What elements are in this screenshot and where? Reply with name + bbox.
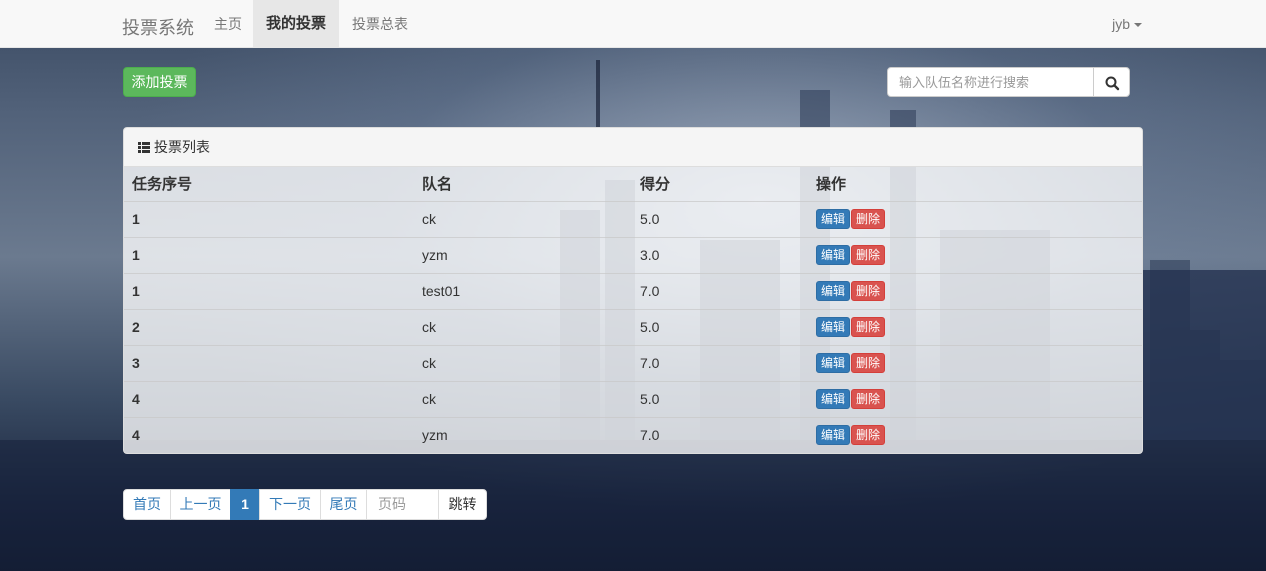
delete-button[interactable]: 删除 xyxy=(851,317,886,337)
cell-actions: 编辑 删除 xyxy=(808,272,1142,309)
page-last-button[interactable]: 尾页 xyxy=(320,489,367,520)
delete-button[interactable]: 删除 xyxy=(851,389,886,409)
cell-actions: 编辑 删除 xyxy=(808,380,1142,417)
cell-seq: 1 xyxy=(124,272,414,309)
caret-down-icon xyxy=(1134,23,1142,28)
cell-seq: 3 xyxy=(124,344,414,381)
cell-team: ck xyxy=(414,200,632,237)
delete-button[interactable]: 删除 xyxy=(851,281,886,301)
column-header-score: 得分 xyxy=(640,176,671,194)
edit-button[interactable]: 编辑 xyxy=(816,317,851,337)
top-navbar: 投票系统 主页 我的投票 投票总表 jyb xyxy=(0,0,1266,48)
list-icon xyxy=(138,142,150,153)
page-jump-button[interactable]: 跳转 xyxy=(438,489,487,520)
cell-team: ck xyxy=(414,344,632,381)
cell-actions: 编辑 删除 xyxy=(808,236,1142,273)
table-row: 4 yzm 7.0 编辑 删除 xyxy=(124,416,1142,453)
edit-button[interactable]: 编辑 xyxy=(816,353,851,373)
page-prev-button[interactable]: 上一页 xyxy=(170,489,231,520)
table-row: 4 ck 5.0 编辑 删除 xyxy=(124,380,1142,417)
column-header-seq: 任务序号 xyxy=(132,176,193,194)
nav-my-votes[interactable]: 我的投票 xyxy=(253,0,340,48)
table-row: 3 ck 7.0 编辑 删除 xyxy=(124,344,1142,381)
edit-button[interactable]: 编辑 xyxy=(816,425,851,446)
cell-actions: 编辑 删除 xyxy=(808,308,1142,345)
cell-team: ck xyxy=(414,380,632,417)
page-first-button[interactable]: 首页 xyxy=(123,489,171,520)
search-group xyxy=(887,67,1130,97)
delete-button[interactable]: 删除 xyxy=(851,245,886,265)
cell-score: 5.0 xyxy=(632,380,808,417)
cell-team: yzm xyxy=(414,416,632,453)
panel-title: 投票列表 xyxy=(154,139,210,155)
vote-table: 任务序号 队名 得分 操作 1 ck 5.0 编辑 删除 1 yzm 3.0 编辑 删除 1 test… xyxy=(124,167,1142,453)
search-button[interactable] xyxy=(1093,67,1130,97)
panel-heading: 投票列表 xyxy=(124,128,1142,167)
table-row: 1 test01 7.0 编辑 删除 xyxy=(124,272,1142,309)
user-dropdown[interactable]: jyb xyxy=(1112,0,1142,48)
edit-button[interactable]: 编辑 xyxy=(816,281,851,301)
cell-actions: 编辑 删除 xyxy=(808,344,1142,381)
nav-home[interactable]: 主页 xyxy=(201,0,255,48)
page-next-button[interactable]: 下一页 xyxy=(259,489,321,520)
cell-score: 3.0 xyxy=(632,236,808,273)
table-header-row: 任务序号 队名 得分 操作 xyxy=(124,167,1142,201)
cell-seq: 1 xyxy=(124,236,414,273)
edit-button[interactable]: 编辑 xyxy=(816,389,851,409)
edit-button[interactable]: 编辑 xyxy=(816,209,851,229)
vote-list-panel: 投票列表 任务序号 队名 得分 操作 1 ck 5.0 编辑 删除 1 yzm 3.0 编辑 删除… xyxy=(123,127,1143,454)
cell-seq: 4 xyxy=(124,416,414,453)
search-icon xyxy=(1105,76,1120,91)
cell-score: 7.0 xyxy=(632,344,808,381)
column-header-actions: 操作 xyxy=(816,176,847,194)
cell-seq: 1 xyxy=(124,200,414,237)
table-row: 1 yzm 3.0 编辑 删除 xyxy=(124,236,1142,273)
cell-seq: 2 xyxy=(124,308,414,345)
cell-score: 7.0 xyxy=(632,416,808,453)
cell-actions: 编辑 删除 xyxy=(808,416,1142,453)
table-row: 1 ck 5.0 编辑 删除 xyxy=(124,200,1142,237)
edit-button[interactable]: 编辑 xyxy=(816,245,851,265)
page-number-input[interactable]: 页码 xyxy=(366,489,439,520)
delete-button[interactable]: 删除 xyxy=(851,353,886,373)
delete-button[interactable]: 删除 xyxy=(851,209,886,229)
cell-team: yzm xyxy=(414,236,632,273)
column-header-team: 队名 xyxy=(422,176,453,194)
page-current[interactable]: 1 xyxy=(230,489,260,520)
brand-title[interactable]: 投票系统 xyxy=(122,14,194,40)
cell-team: test01 xyxy=(414,272,632,309)
user-name: jyb xyxy=(1112,16,1130,32)
cell-score: 5.0 xyxy=(632,200,808,237)
cell-seq: 4 xyxy=(124,380,414,417)
add-vote-button[interactable]: 添加投票 xyxy=(123,67,196,97)
cell-actions: 编辑 删除 xyxy=(808,200,1142,237)
table-row: 2 ck 5.0 编辑 删除 xyxy=(124,308,1142,345)
delete-button[interactable]: 删除 xyxy=(851,425,886,446)
cell-score: 7.0 xyxy=(632,272,808,309)
cell-team: ck xyxy=(414,308,632,345)
cell-score: 5.0 xyxy=(632,308,808,345)
search-input[interactable] xyxy=(887,67,1094,97)
nav-vote-summary[interactable]: 投票总表 xyxy=(339,0,421,48)
